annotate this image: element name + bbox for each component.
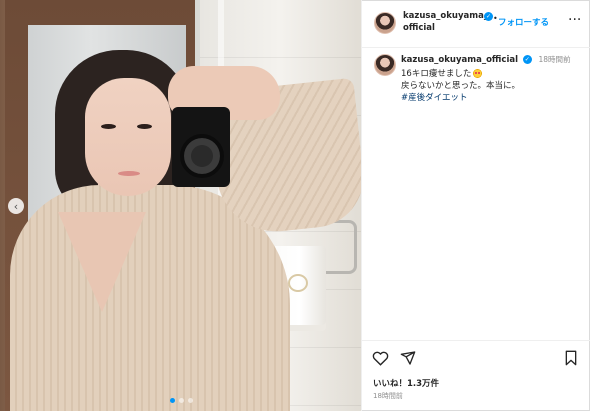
bookmark-icon[interactable] xyxy=(564,350,578,370)
post-header: kazusa_okuyama_ official ✓ • フォローする ··· xyxy=(362,0,590,48)
caption-line: 戻らないかと思った。本当に。 xyxy=(401,79,520,91)
carousel-dot xyxy=(188,398,193,403)
caption-text-2: 戻らないかと思った。本当に。 xyxy=(401,81,521,91)
caption-header: kazusa_okuyama_official ✓ 18時間前 xyxy=(401,54,570,65)
chevron-left-icon: ‹ xyxy=(13,199,19,213)
avatar[interactable] xyxy=(374,54,396,76)
header-username-line2[interactable]: official xyxy=(403,23,435,33)
face xyxy=(85,78,171,196)
towel-emblem xyxy=(288,274,308,292)
avatar[interactable] xyxy=(374,12,396,34)
carousel-indicator xyxy=(170,398,193,403)
sweater-neckline xyxy=(58,212,146,312)
caption-username[interactable]: kazusa_okuyama_official xyxy=(401,55,518,65)
verified-badge-icon: ✓ xyxy=(522,55,532,64)
carousel-dot xyxy=(179,398,184,403)
post-photo[interactable]: ‹ xyxy=(0,0,361,411)
heart-icon[interactable] xyxy=(372,350,389,370)
camera-lens xyxy=(180,134,224,178)
header-username-line1[interactable]: kazusa_okuyama_ xyxy=(403,11,488,21)
eye-right xyxy=(137,124,152,129)
carousel-prev-button[interactable]: ‹ xyxy=(8,198,24,214)
post-timestamp: 18時間前 xyxy=(373,392,403,400)
follow-button[interactable]: フォローする xyxy=(498,16,549,28)
separator-dot: • xyxy=(493,14,498,23)
post-time[interactable]: 18時間前 xyxy=(538,55,570,64)
carousel-dot xyxy=(170,398,175,403)
towel-rail xyxy=(324,220,357,274)
share-icon[interactable] xyxy=(400,350,416,370)
eye-left xyxy=(101,124,116,129)
likes-count[interactable]: いいね！1.3万件 xyxy=(373,377,439,389)
verified-badge-icon: ✓ xyxy=(484,12,493,21)
post-sidebar: kazusa_okuyama_ official ✓ • フォローする ··· … xyxy=(361,0,590,411)
caption-line: 16キロ痩せました xyxy=(401,67,483,79)
heart-eyes-emoji-icon xyxy=(473,69,483,78)
mouth xyxy=(118,171,140,176)
post-actions: いいね！1.3万件 18時間前 xyxy=(362,340,590,412)
hashtag-link[interactable]: #産後ダイエット xyxy=(401,91,468,103)
caption-text-1: 16キロ痩せました xyxy=(401,69,472,79)
more-icon[interactable]: ··· xyxy=(568,12,581,28)
